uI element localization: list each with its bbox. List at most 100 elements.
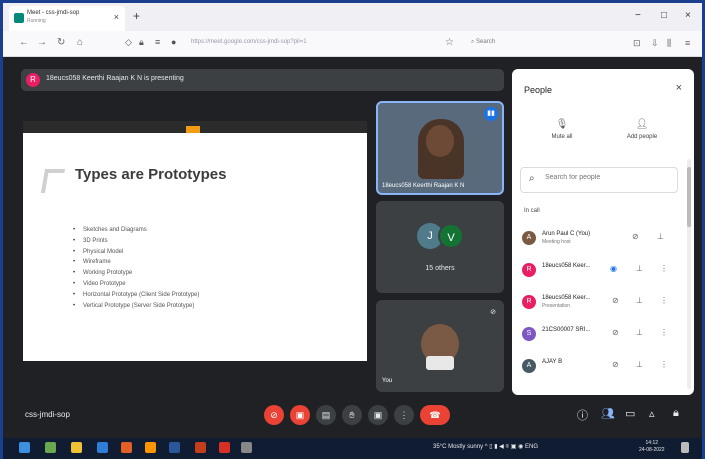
participant-avatar: A (522, 231, 536, 245)
self-video-tile[interactable]: ⊘ You (376, 300, 504, 392)
mic-off-icon[interactable]: ⊘ (612, 360, 619, 369)
more-options-icon[interactable]: ⋮ (660, 296, 668, 305)
edge-icon[interactable] (97, 442, 108, 453)
pin-icon[interactable]: ⊥ (636, 328, 643, 337)
slide-accent (186, 126, 200, 133)
participant-name: 18eucs058 Keer... (542, 263, 591, 269)
others-tile[interactable]: J V 15 others (376, 201, 504, 293)
search-box[interactable]: ⌕ Search (471, 39, 495, 46)
participant-avatar: R (522, 295, 536, 309)
end-call-button[interactable]: ☎︎ (420, 405, 450, 425)
firefox-icon[interactable] (145, 442, 156, 453)
participant-row[interactable]: A Arun Paul C (You) Meeting host ⊘ ⊥ (512, 223, 682, 253)
add-people-button[interactable]: 👤︎ Add people (612, 119, 672, 140)
screen-frame: Meet - css-jmdi-sop Running × + − □ × ← … (0, 0, 705, 459)
forward-icon[interactable]: → (37, 37, 47, 48)
address-bar[interactable]: ◇ 🔒︎ ≡ ● https://meet.google.com/css-jmd… (121, 35, 451, 53)
language-indicator[interactable]: ENG (525, 444, 538, 450)
menu-icon[interactable]: ≡ (685, 38, 690, 48)
speaking-icon: ◉ (610, 264, 617, 273)
chrome-icon[interactable] (121, 442, 132, 453)
raise-hand-button[interactable]: ✋︎ (342, 405, 362, 425)
presentation-slide: Types are Prototypes Sketches and Diagra… (23, 121, 367, 361)
browser-tab[interactable]: Meet - css-jmdi-sop Running × (9, 6, 125, 31)
more-options-icon[interactable]: ⋮ (660, 328, 668, 337)
meet-favicon-icon (14, 13, 24, 23)
panel-scrollbar[interactable] (687, 159, 691, 389)
powerpoint-icon[interactable] (195, 442, 206, 453)
participant-avatar: R (522, 263, 536, 277)
tab-subtitle: Running (27, 18, 46, 24)
mic-off-icon[interactable]: ⊘ (612, 296, 619, 305)
more-options-icon[interactable]: ⋮ (660, 360, 668, 369)
close-panel-icon[interactable]: × (676, 82, 682, 94)
start-icon[interactable] (19, 442, 30, 453)
people-search[interactable]: ⌕ (520, 167, 678, 193)
more-options-icon[interactable]: ⋮ (660, 264, 668, 273)
mic-permission-icon: ● (171, 37, 177, 47)
taskbar-clock[interactable]: 14:12 24-08-2022 (639, 440, 665, 454)
mic-muted-icon: ⊘ (490, 309, 496, 316)
minimize-icon[interactable]: − (635, 10, 641, 21)
close-window-icon[interactable]: × (685, 10, 691, 21)
people-title: People (524, 85, 553, 95)
mute-all-button[interactable]: 🎙︎ Mute all (532, 119, 592, 140)
participant-name: AJAY B (542, 359, 563, 365)
captions-button[interactable]: ▤ (316, 405, 336, 425)
weather-widget[interactable]: 35°C Mostly sunny ^ ▯ ▮ ◀ ⌾ ▣ ◉ ENG (433, 443, 538, 451)
search-icon: ⌕ (529, 173, 535, 184)
presenter-tile-name: 18eucs058 Keerthi Raajan K N (382, 183, 465, 189)
pin-icon[interactable]: ⊥ (636, 360, 643, 369)
file-explorer-icon[interactable] (71, 442, 82, 453)
participant-row[interactable]: R 18eucs058 Keer... ◉ ⊥ ⋮ (512, 255, 682, 285)
home-icon[interactable]: ⌂ (77, 37, 83, 48)
pin-icon[interactable]: ⊥ (636, 296, 643, 305)
participant-row[interactable]: A AJAY B ⊘ ⊥ ⋮ (512, 351, 682, 381)
pocket-icon[interactable]: ⊡ (633, 38, 641, 49)
mic-off-icon[interactable]: ⊘ (612, 328, 619, 337)
presenting-text: 18eucs058 Keerthi Raajan K N is presenti… (46, 75, 184, 82)
tab-close-icon[interactable]: × (114, 12, 119, 22)
mute-all-label: Mute all (551, 134, 573, 140)
people-search-input[interactable] (545, 174, 665, 181)
downloads-icon[interactable]: ⇩ (651, 38, 659, 49)
new-tab-button[interactable]: + (133, 9, 140, 23)
host-controls-icon[interactable]: 🔒︎ (673, 407, 679, 420)
scrollbar-thumb[interactable] (687, 167, 691, 227)
url-text: https://meet.google.com/css-jmdi-sop?pli… (191, 39, 307, 45)
participant-role: Presentation (542, 303, 571, 309)
pin-icon[interactable]: ⊥ (636, 264, 643, 273)
slide-bullet: Sketches and Diagrams (83, 227, 199, 238)
activities-icon[interactable]: ▵ (649, 407, 655, 420)
participant-row[interactable]: R 18eucs058 Keer... Presentation ⊘ ⊥ ⋮ (512, 287, 682, 317)
notifications-icon[interactable] (681, 442, 689, 453)
maximize-icon[interactable]: □ (661, 10, 667, 21)
slide-bullet: 3D Prints (83, 238, 199, 249)
present-button[interactable]: ▣ (368, 405, 388, 425)
chat-icon[interactable]: ▭ (625, 407, 635, 420)
library-icon[interactable]: ⫼ (667, 38, 671, 49)
camera-toggle-button[interactable]: ▣ (290, 405, 310, 425)
mic-toggle-button[interactable]: ⊘ (264, 405, 284, 425)
people-icon[interactable]: 👥︎ (601, 407, 615, 420)
participant-row[interactable]: S 21CS00007 SRI... ⊘ ⊥ ⋮ (512, 319, 682, 349)
people-panel: People × 🎙︎ Mute all 👤︎ Add people ⌕ In … (512, 69, 694, 395)
presenter-video-tile[interactable]: ▮▮ 18eucs058 Keerthi Raajan K N (376, 101, 504, 195)
taskbar-app-icon[interactable] (45, 442, 56, 453)
participant-avatar-v: V (438, 223, 464, 249)
acrobat-icon[interactable] (219, 442, 230, 453)
participant-avatar: S (522, 327, 536, 341)
mic-off-icon[interactable]: ⊘ (632, 232, 639, 241)
settings-icon[interactable] (241, 442, 252, 453)
back-icon[interactable]: ← (19, 37, 29, 48)
system-tray-icons[interactable]: ^ ▯ ▮ ◀ ⌾ ▣ ◉ (485, 444, 524, 450)
pin-icon[interactable]: ⊥ (657, 232, 664, 241)
presenter-face (426, 125, 454, 157)
more-options-button[interactable]: ⋮ (394, 405, 414, 425)
word-icon[interactable] (169, 442, 180, 453)
bookmark-icon[interactable]: ☆ (445, 37, 454, 48)
reload-icon[interactable]: ↻ (57, 37, 65, 48)
slide-bullet: Physical Model (83, 249, 199, 260)
meeting-details-icon[interactable]: ⓘ (577, 407, 588, 423)
slide-title: Types are Prototypes (75, 166, 227, 183)
